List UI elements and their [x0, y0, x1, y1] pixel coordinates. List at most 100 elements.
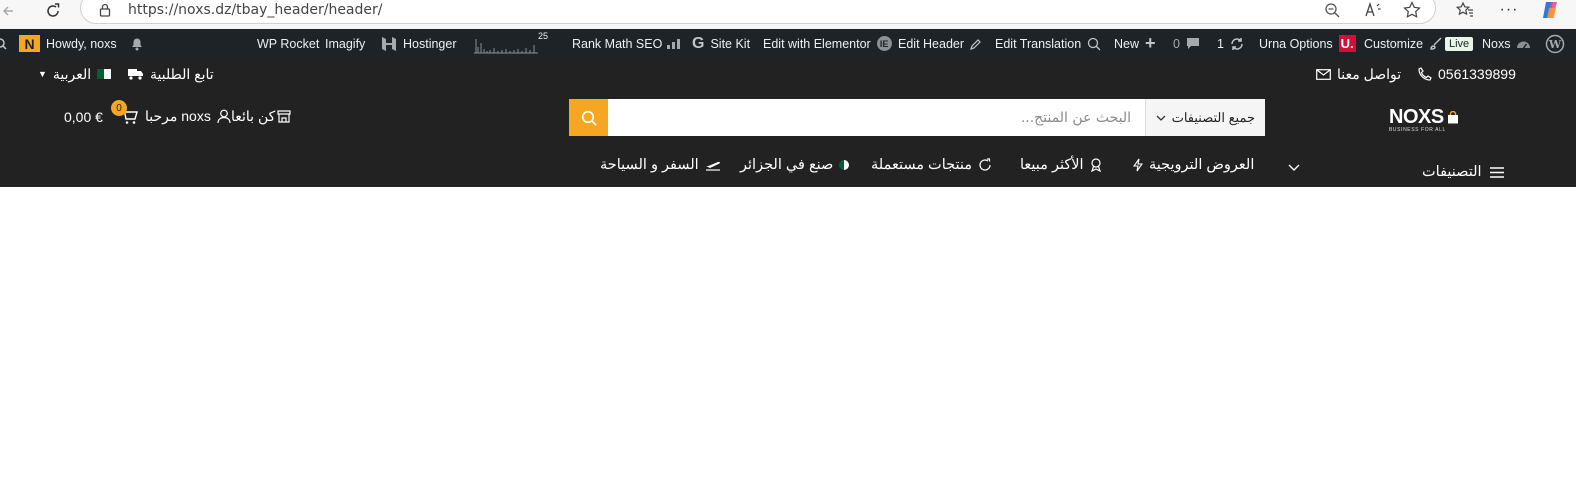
edit-elementor-menu[interactable]: Edit with Elementor IE [763, 29, 892, 58]
browser-toolbar: https://noxs.dz/tbay_header/header/ ··· [0, 0, 1576, 29]
menu-item-label: صنع في الجزائر [740, 157, 834, 173]
language-switcher[interactable]: ▼ العربية [38, 58, 112, 90]
sparkline-icon [474, 38, 538, 53]
read-aloud-icon[interactable] [1362, 0, 1384, 20]
copilot-icon[interactable] [1538, 0, 1562, 20]
url-text[interactable]: https://noxs.dz/tbay_header/header/ [128, 2, 383, 18]
comments-menu[interactable]: 0 [1173, 29, 1200, 58]
back-icon[interactable] [0, 0, 20, 22]
live-badge: Live [1445, 29, 1474, 58]
account-link[interactable]: مرحبا noxs [145, 108, 231, 125]
category-select[interactable]: جميع التصنيفات [1145, 99, 1265, 136]
edit-translation-label: Edit Translation [995, 36, 1082, 51]
brush-icon [1430, 37, 1442, 50]
google-icon: G [692, 34, 705, 52]
zoom-icon[interactable] [1322, 0, 1342, 20]
award-icon [1090, 158, 1101, 172]
comments-count: 0 [1173, 36, 1180, 51]
wp-admin-bar: N Howdy, noxs WP Rocket Imagify Hostinge… [0, 29, 1576, 58]
site-name-menu[interactable]: Noxs [1482, 29, 1531, 58]
menu-item-made-in-algeria[interactable]: صنع في الجزائر [740, 152, 850, 178]
translation-icon [1088, 37, 1101, 50]
site-name-label: Noxs [1482, 36, 1511, 51]
edit-header-menu[interactable]: Edit Header [898, 29, 982, 58]
more-menu-toggle[interactable] [1288, 154, 1300, 180]
urna-options-label: Urna Options [1259, 36, 1333, 51]
more-icon[interactable]: ··· [1498, 0, 1520, 20]
algeria-flag-icon [97, 69, 112, 79]
urna-options-menu[interactable]: Urna Options U. [1259, 29, 1356, 58]
phone-link[interactable]: 0561339899 [1418, 58, 1516, 90]
menu-item-promotions[interactable]: العروض الترويجية [1133, 152, 1254, 178]
howdy-label: Howdy, noxs [46, 36, 117, 51]
chevron-down-icon [1156, 115, 1166, 121]
shopping-bag-icon [1447, 111, 1458, 124]
customize-menu[interactable]: Customize [1364, 29, 1442, 58]
elementor-icon: IE [876, 36, 892, 51]
cart-count-badge: 0 [111, 100, 127, 116]
menu-item-label: العروض الترويجية [1149, 157, 1255, 173]
menu-item-label: منتجات مستعملة [871, 157, 973, 173]
edit-elementor-label: Edit with Elementor [763, 36, 871, 51]
phone-number: 0561339899 [1438, 66, 1516, 82]
envelope-icon [1316, 68, 1331, 80]
categories-menu-toggle[interactable]: التصنيفات [1422, 159, 1504, 185]
site-kit-label: Site Kit [710, 36, 751, 51]
urna-icon: U. [1338, 35, 1356, 52]
customize-label: Customize [1364, 36, 1424, 51]
hostinger-menu[interactable]: Hostinger [381, 29, 457, 58]
chevron-down-icon [1288, 164, 1300, 171]
store-icon [277, 110, 291, 123]
menu-item-travel[interactable]: السفر و السياحة [600, 152, 721, 178]
edit-header-label: Edit Header [898, 36, 965, 51]
hamburger-icon [1489, 166, 1504, 178]
comment-icon [1186, 38, 1199, 49]
search-button[interactable] [569, 99, 608, 136]
category-select-label: جميع التصنيفات [1171, 109, 1255, 125]
search-form: جميع التصنيفات [569, 99, 1265, 136]
wp-rocket-menu[interactable]: WP Rocket [257, 29, 319, 58]
favorite-icon[interactable] [1401, 0, 1423, 20]
phone-icon [1418, 67, 1432, 81]
site-header: ▼ العربية تابع الطلبية تواصل معنا 056133… [0, 58, 1576, 187]
search-input[interactable] [608, 99, 1145, 136]
stats-count: 25 [538, 31, 549, 41]
hostinger-icon [382, 36, 396, 51]
stats-sparkline[interactable]: 25 [472, 29, 548, 58]
favorites-list-icon[interactable] [1454, 0, 1476, 20]
site-logo-icon: N [19, 35, 40, 52]
menu-item-label: السفر و السياحة [600, 157, 699, 173]
menu-item-label: الأكثر مبيعا [1020, 157, 1084, 173]
new-label: New [1114, 36, 1140, 51]
rank-math-menu[interactable]: Rank Math SEO [572, 29, 682, 58]
menu-item-used-products[interactable]: منتجات مستعملة [871, 152, 992, 178]
contact-link[interactable]: تواصل معنا [1316, 58, 1401, 90]
updates-count: 1 [1217, 36, 1224, 51]
new-content-menu[interactable]: New + [1114, 29, 1156, 58]
contact-label: تواصل معنا [1337, 65, 1402, 82]
howdy-user[interactable]: N Howdy, noxs [19, 29, 117, 58]
track-order-link[interactable]: تابع الطلبية [128, 58, 214, 90]
track-order-label: تابع الطلبية [150, 65, 214, 82]
search-icon[interactable] [0, 29, 8, 58]
lock-icon[interactable] [97, 0, 113, 20]
rank-math-icon [667, 38, 681, 49]
menu-item-best-sellers[interactable]: الأكثر مبيعا [1020, 152, 1102, 178]
imagify-menu[interactable]: Imagify [325, 29, 365, 58]
flash-icon [1133, 158, 1143, 172]
cart-total[interactable]: 0,00 € [64, 109, 103, 125]
site-kit-menu[interactable]: G Site Kit [692, 29, 750, 58]
rank-math-label: Rank Math SEO [572, 36, 663, 51]
notification-bell-icon[interactable] [130, 29, 144, 58]
welcome-label: مرحبا noxs [145, 108, 211, 124]
become-seller-link[interactable]: كن بائعا [231, 108, 291, 125]
edit-translation-menu[interactable]: Edit Translation [995, 29, 1101, 58]
site-logo[interactable]: NOXS BUSINESS FOR ALL [1389, 106, 1459, 133]
refresh-icon[interactable] [42, 0, 64, 22]
page-content [0, 187, 1576, 499]
truck-icon [128, 69, 143, 80]
wordpress-logo-icon[interactable]: W [1545, 29, 1565, 58]
updates-menu[interactable]: 1 [1217, 29, 1244, 58]
pencil-icon [970, 38, 981, 50]
recycle-icon [979, 158, 991, 171]
